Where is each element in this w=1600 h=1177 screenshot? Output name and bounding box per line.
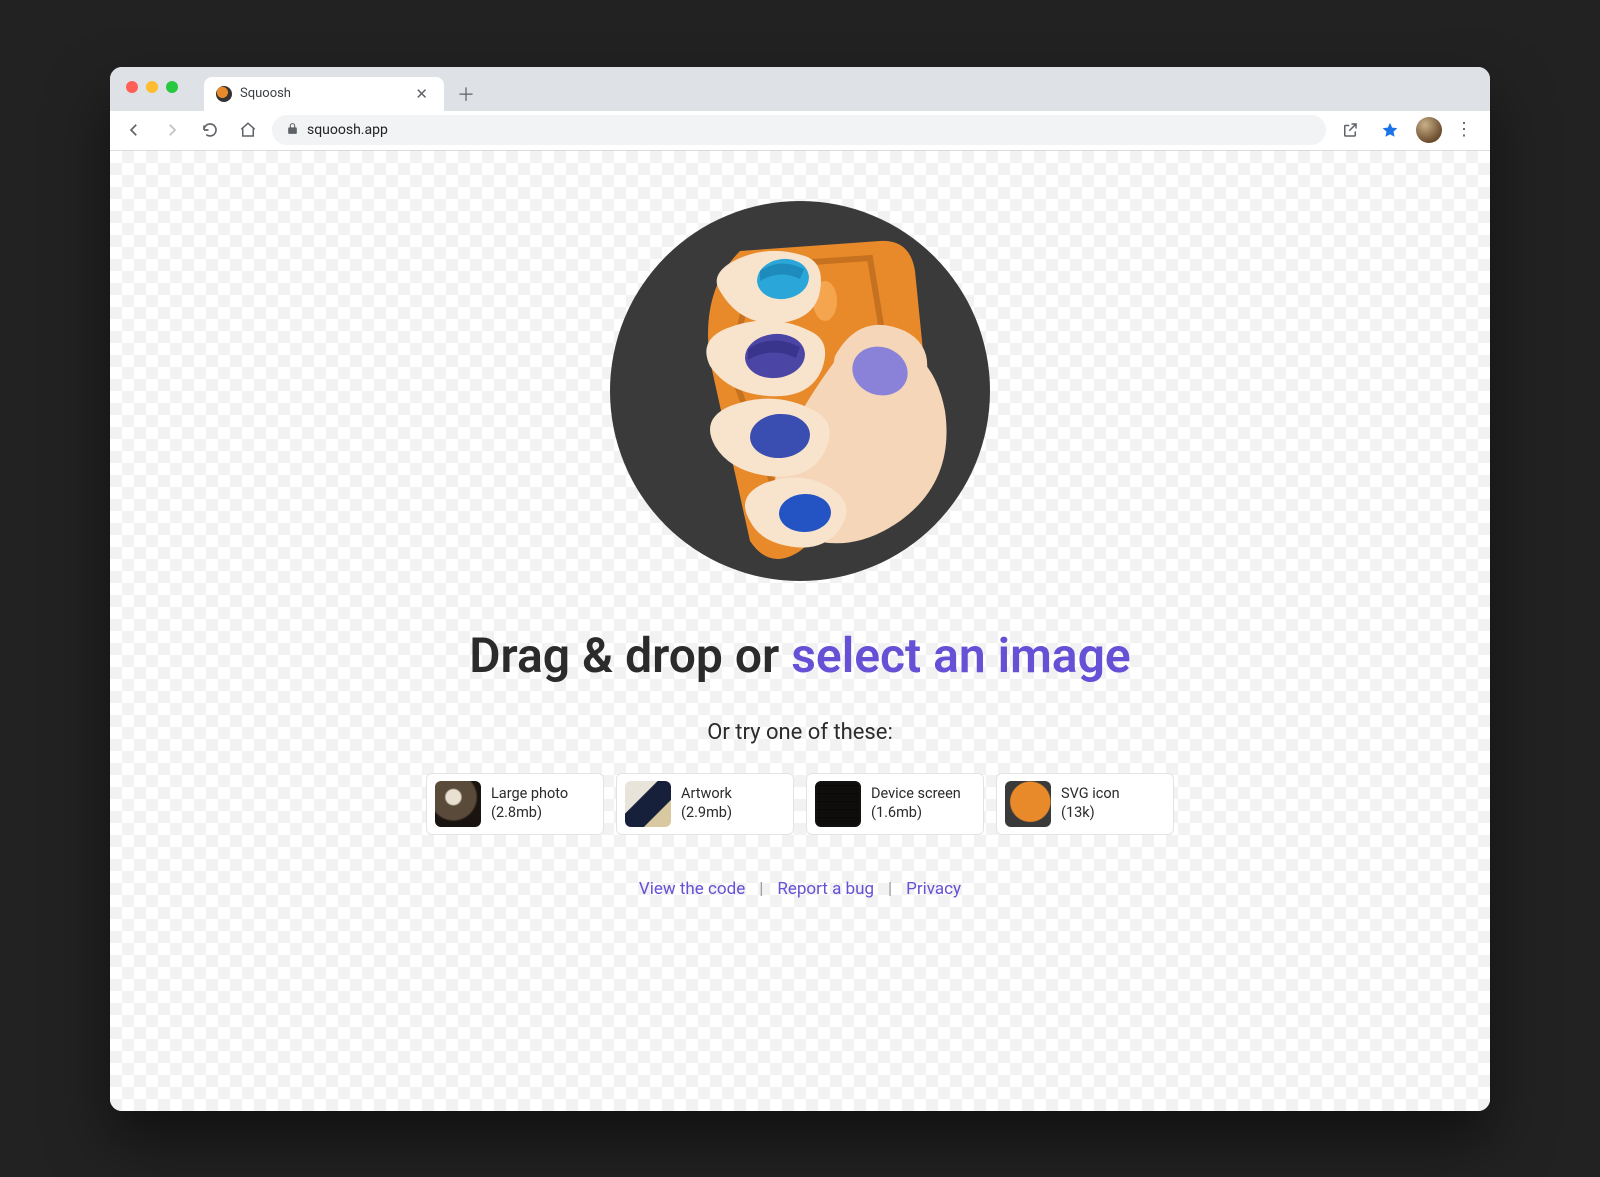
favicon-icon	[216, 86, 232, 102]
sample-device-screen[interactable]: Device screen (1.6mb)	[806, 773, 984, 835]
tab-strip: Squoosh ✕ ＋	[110, 67, 1490, 111]
separator-icon: |	[888, 879, 892, 899]
report-bug-link[interactable]: Report a bug	[777, 879, 874, 899]
separator-icon: |	[759, 879, 763, 899]
squoosh-logo-icon	[600, 191, 1000, 591]
close-window-button[interactable]	[126, 81, 138, 93]
browser-toolbar: squoosh.app ⋮	[110, 111, 1490, 151]
sample-size: (2.9mb)	[681, 804, 732, 822]
select-image-link[interactable]: select an image	[791, 627, 1131, 684]
profile-avatar[interactable]	[1416, 117, 1442, 143]
tab-title: Squoosh	[240, 86, 411, 101]
headline-prefix: Drag & drop or	[469, 627, 791, 684]
sample-artwork[interactable]: Artwork (2.9mb)	[616, 773, 794, 835]
sample-large-photo[interactable]: Large photo (2.8mb)	[426, 773, 604, 835]
forward-button[interactable]	[158, 116, 186, 144]
maximize-window-button[interactable]	[166, 81, 178, 93]
lock-icon	[286, 122, 299, 139]
close-tab-button[interactable]: ✕	[411, 85, 432, 103]
new-tab-button[interactable]: ＋	[452, 80, 480, 108]
view-code-link[interactable]: View the code	[639, 879, 745, 899]
sample-label: SVG icon	[1061, 785, 1120, 803]
sample-label: Large photo	[491, 785, 568, 803]
home-button[interactable]	[234, 116, 262, 144]
sample-size: (13k)	[1061, 804, 1120, 822]
footer-links: View the code | Report a bug | Privacy	[639, 879, 961, 899]
url-text: squoosh.app	[307, 122, 388, 138]
address-bar[interactable]: squoosh.app	[272, 115, 1326, 145]
thumb-svg-icon	[1005, 781, 1051, 827]
privacy-link[interactable]: Privacy	[906, 879, 961, 899]
reload-button[interactable]	[196, 116, 224, 144]
browser-window: Squoosh ✕ ＋ squoosh.app	[110, 67, 1490, 1111]
thumb-large-photo-icon	[435, 781, 481, 827]
menu-button[interactable]: ⋮	[1454, 121, 1474, 139]
sample-svg-icon[interactable]: SVG icon (13k)	[996, 773, 1174, 835]
thumb-device-icon	[815, 781, 861, 827]
sample-size: (2.8mb)	[491, 804, 568, 822]
thumb-artwork-icon	[625, 781, 671, 827]
bookmark-star-icon[interactable]	[1376, 116, 1404, 144]
back-button[interactable]	[120, 116, 148, 144]
open-external-icon[interactable]	[1336, 116, 1364, 144]
minimize-window-button[interactable]	[146, 81, 158, 93]
page-content[interactable]: Drag & drop or select an image Or try on…	[110, 151, 1490, 1111]
sample-label: Artwork	[681, 785, 732, 803]
sample-row: Large photo (2.8mb) Artwork (2.9mb) Devi…	[426, 773, 1174, 835]
headline: Drag & drop or select an image	[469, 627, 1130, 684]
window-controls	[126, 81, 178, 93]
sample-size: (1.6mb)	[871, 804, 961, 822]
sample-label: Device screen	[871, 785, 961, 803]
browser-tab[interactable]: Squoosh ✕	[204, 77, 444, 111]
subheadline: Or try one of these:	[707, 720, 893, 745]
toolbar-right: ⋮	[1336, 116, 1480, 144]
